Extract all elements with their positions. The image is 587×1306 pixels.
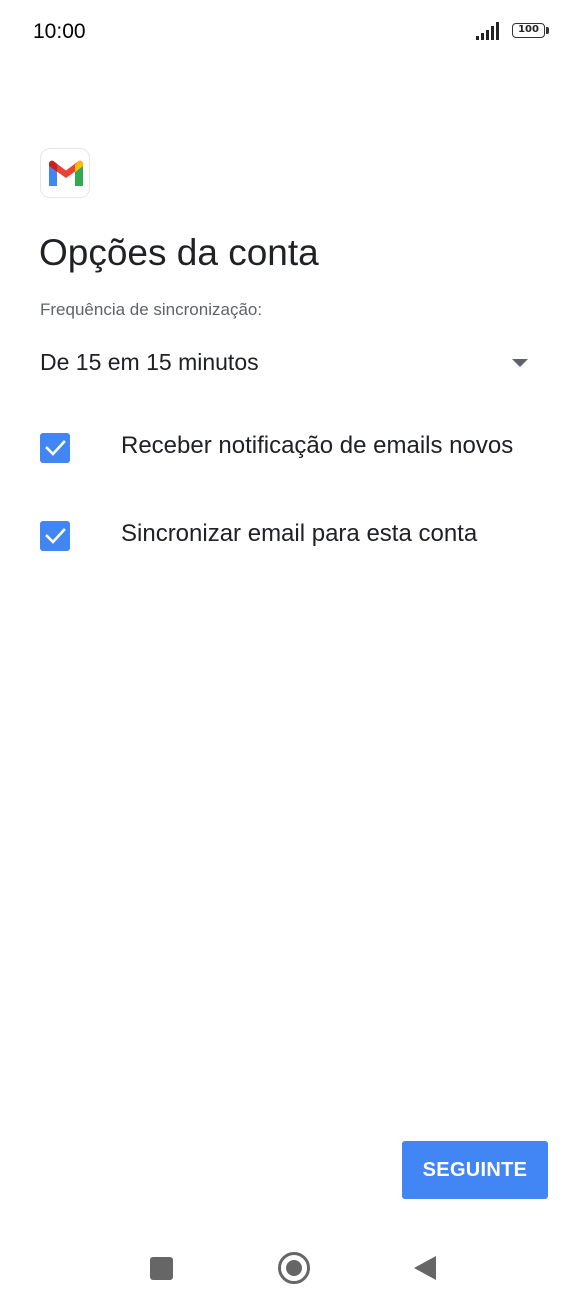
sync-frequency-dropdown[interactable]: De 15 em 15 minutos [40,338,540,388]
next-button[interactable]: SEGUINTE [402,1141,548,1199]
sync-email-checkbox[interactable] [40,521,70,551]
recents-icon[interactable] [150,1257,173,1280]
status-time: 10:00 [33,20,86,43]
sync-email-label: Sincronizar email para esta conta [121,520,478,547]
home-icon[interactable] [278,1252,310,1284]
battery-level: 100 [512,23,545,38]
status-bar: 10:00 100 [0,0,587,64]
sync-frequency-label: Frequência de sincronização: [40,300,263,319]
sync-email-option[interactable]: Sincronizar email para esta conta [40,509,560,559]
battery-icon: 100 [512,23,550,40]
notify-new-emails-option[interactable]: Receber notificação de emails novos [40,421,560,471]
sync-frequency-value: De 15 em 15 minutos [40,349,259,375]
navigation-bar [0,1228,587,1306]
notify-new-emails-label: Receber notificação de emails novos [121,432,514,459]
signal-icon [476,22,504,40]
page-title: Opções da conta [39,232,319,273]
gmail-logo-icon [40,148,90,198]
dropdown-arrow-icon [512,359,528,367]
notify-new-emails-checkbox[interactable] [40,433,70,463]
back-icon[interactable] [414,1256,436,1280]
